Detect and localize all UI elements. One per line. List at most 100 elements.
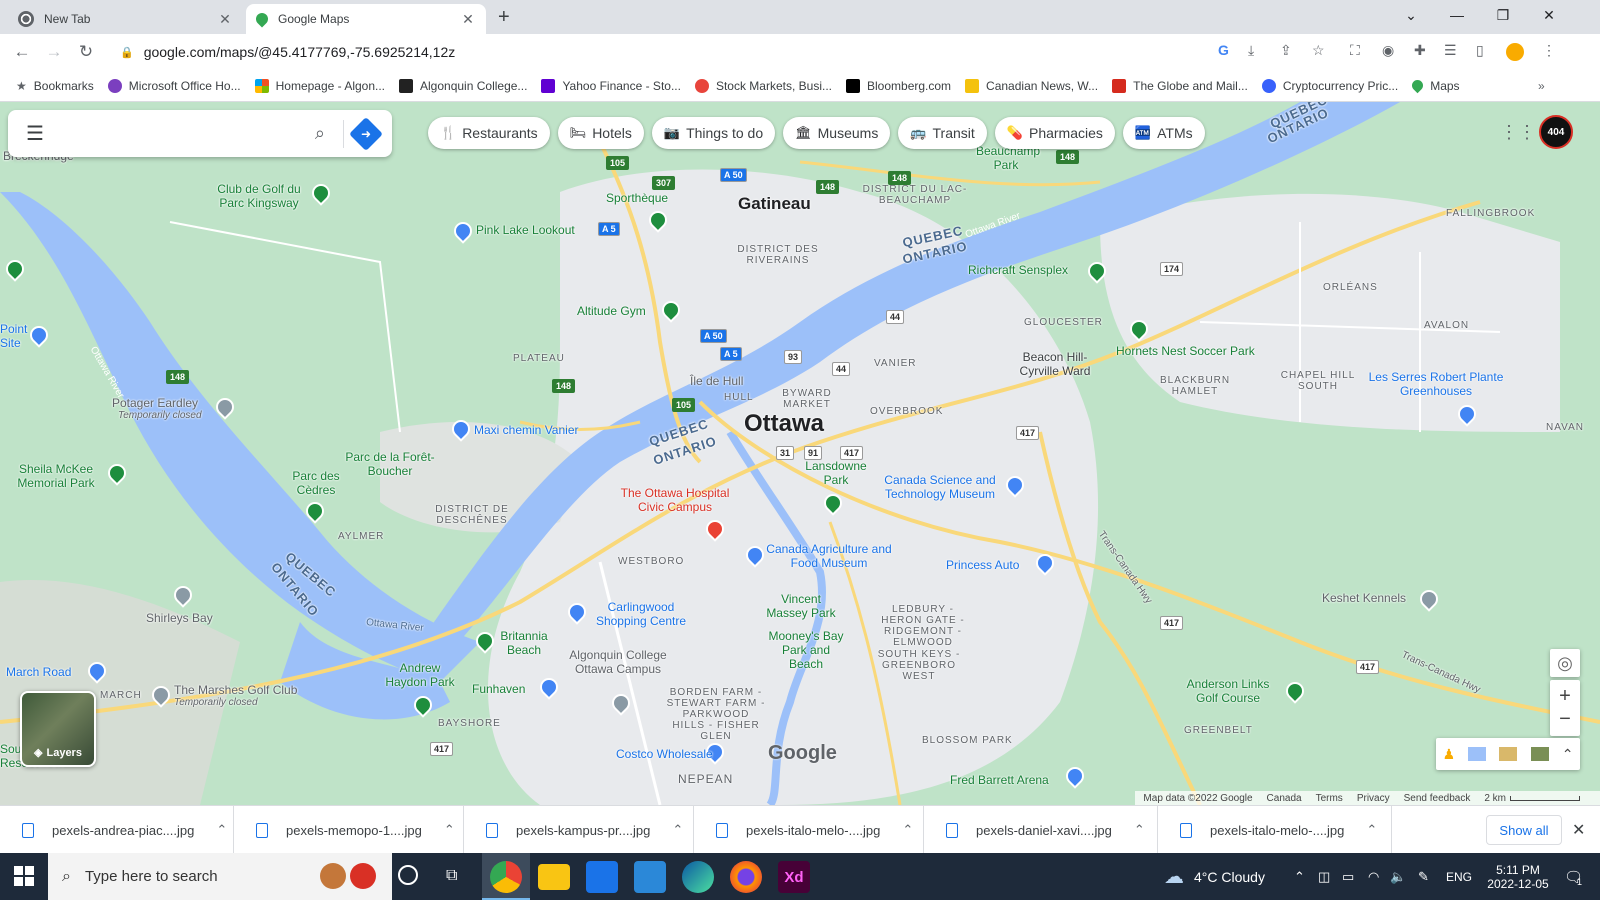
poi-label[interactable]: Pink Lake Lookout (476, 223, 575, 237)
chevron-up-icon[interactable]: ⌃ (1366, 822, 1377, 838)
poi-label[interactable]: Sheila McKee Memorial Park (10, 462, 102, 490)
bookmark-item[interactable]: Homepage - Algon... (254, 78, 385, 93)
task-view-icon[interactable]: ⧉ (446, 867, 457, 885)
gingerbread-icon[interactable] (320, 863, 346, 889)
poi-label[interactable]: Canada Science and Technology Museum (870, 473, 1010, 501)
layers-button[interactable]: ◈ Layers (20, 691, 96, 767)
privacy-link[interactable]: Privacy (1357, 793, 1390, 804)
poi-label[interactable]: The Marshes Golf Club (174, 683, 297, 697)
show-hidden-icons[interactable]: ⌃ (1294, 853, 1305, 900)
chevron-up-icon[interactable]: ⌃ (902, 822, 913, 838)
download-item[interactable]: pexels-italo-melo-....jpg ⌃ (694, 806, 924, 854)
more-bookmarks-icon[interactable]: » (1538, 79, 1545, 93)
tab-search-icon[interactable]: ⌄ (1388, 0, 1434, 30)
profile-avatar[interactable] (1506, 43, 1524, 61)
download-item[interactable]: pexels-andrea-piac....jpg ⌃ (0, 806, 234, 854)
poi-label[interactable]: Richcraft Sensplex (968, 263, 1068, 277)
poi-label[interactable]: Andrew Haydon Park (380, 661, 460, 689)
reading-list-icon[interactable]: ☰ (1444, 42, 1457, 59)
poi-label[interactable]: Altitude Gym (577, 304, 646, 318)
send-feedback-link[interactable]: Send feedback (1404, 793, 1471, 804)
directions-icon[interactable]: ➜ (349, 116, 383, 151)
bookmark-item[interactable]: Maps (1409, 77, 1460, 94)
bookmark-star-icon[interactable]: ☆ (1312, 42, 1325, 59)
chevron-up-icon[interactable]: ⌃ (672, 822, 683, 838)
chevron-up-icon[interactable]: ⌃ (1562, 746, 1574, 763)
chevron-up-icon[interactable]: ⌃ (216, 822, 227, 838)
pen-icon[interactable]: ✎ (1418, 853, 1429, 900)
map-search-box[interactable]: ☰ ⌕ ➜ (8, 110, 392, 157)
chip-hotels[interactable]: 🛏 Hotels (557, 117, 644, 149)
file-explorer-icon[interactable] (538, 864, 570, 890)
pegman-icon[interactable]: ♟ (1443, 746, 1456, 763)
windows-start-icon[interactable] (14, 866, 34, 886)
poi-label[interactable]: The Ottawa Hospital Civic Campus (610, 486, 740, 514)
battery-icon[interactable]: ▭ (1342, 853, 1354, 900)
chevron-up-icon[interactable]: ⌃ (1134, 822, 1145, 838)
poi-label[interactable]: Canada Agriculture and Food Museum (764, 542, 894, 570)
bookmark-item[interactable]: The Globe and Mail... (1112, 78, 1248, 93)
hamburger-menu-icon[interactable]: ☰ (26, 121, 44, 146)
lock-icon[interactable]: 🔒 (120, 46, 134, 59)
forward-icon[interactable]: → (38, 42, 70, 62)
new-tab-button[interactable]: + (498, 6, 510, 29)
network-icon[interactable]: ◫ (1318, 853, 1330, 900)
poi-label[interactable]: Lansdowne Park (796, 459, 876, 487)
zoom-in-button[interactable]: + (1559, 685, 1571, 708)
edge-icon[interactable] (682, 861, 714, 893)
google-translate-icon[interactable]: G (1218, 42, 1229, 58)
chevron-up-icon[interactable]: ⌃ (444, 822, 455, 838)
bookmark-item[interactable]: Canadian News, W... (965, 78, 1098, 93)
bookmark-item[interactable]: Stock Markets, Busi... (694, 78, 832, 93)
chrome-taskbar-icon[interactable] (490, 861, 522, 893)
share-icon[interactable]: ⇪ (1280, 42, 1292, 59)
chip-things-to-do[interactable]: 📷 Things to do (651, 117, 776, 149)
bookmark-item[interactable]: Cryptocurrency Pric... (1261, 78, 1398, 93)
bookmark-item[interactable]: Yahoo Finance - Sto... (541, 78, 681, 93)
poi-label[interactable]: Parc de la Forêt-Boucher (344, 450, 436, 478)
side-panel-icon[interactable]: ▯ (1476, 42, 1484, 59)
screenshot-icon[interactable]: ⛶ (1350, 42, 1360, 59)
minimize-button[interactable]: — (1434, 0, 1480, 30)
chip-transit[interactable]: 🚌 Transit (898, 117, 987, 149)
poi-label[interactable]: Keshet Kennels (1322, 591, 1406, 605)
taskbar-search[interactable]: ⌕ Type here to search (48, 853, 392, 900)
poi-label[interactable]: Point Site (0, 322, 32, 350)
poi-label[interactable]: Anderson Links Golf Course (1178, 677, 1278, 705)
firefox-icon[interactable] (730, 861, 762, 893)
poi-label[interactable]: Costco Wholesale (616, 747, 713, 761)
install-icon[interactable]: ⤓ (1248, 42, 1254, 59)
chip-museums[interactable]: 🏛 Museums (783, 117, 891, 149)
scale-bar[interactable]: 2 km (1484, 793, 1580, 804)
grammarly-icon[interactable]: ◉ (1382, 42, 1394, 59)
poi-label[interactable]: Britannia Beach (494, 629, 554, 657)
chip-pharmacies[interactable]: 💊 Pharmacies (994, 117, 1115, 149)
url-text[interactable]: google.com/maps/@45.4177769,-75.6925214,… (144, 44, 456, 60)
clock[interactable]: 5:11 PM 2022-12-05 (1480, 853, 1556, 900)
weather-widget[interactable]: ☁ 4°C Cloudy (1164, 853, 1265, 900)
download-item[interactable]: pexels-kampus-pr....jpg ⌃ (464, 806, 694, 854)
bookmark-item[interactable]: ★ Bookmarks (16, 79, 94, 93)
poi-label[interactable]: March Road (6, 665, 71, 679)
map-canvas[interactable]: QUEBEC ONTARIO QUEBEC ONTARIO QUEBEC ONT… (0, 102, 1600, 805)
poi-label[interactable]: Sporthèque (606, 191, 668, 205)
poi-label[interactable]: Fred Barrett Arena (950, 773, 1049, 787)
poi-label[interactable]: Parc des Cèdres (286, 469, 346, 497)
close-tab-icon[interactable]: ✕ (460, 11, 476, 28)
poi-label[interactable]: Shirleys Bay (146, 611, 213, 625)
download-item[interactable]: pexels-italo-melo-....jpg ⌃ (1158, 806, 1392, 854)
search-icon[interactable]: ⌕ (315, 123, 325, 144)
zoom-out-button[interactable]: − (1559, 708, 1571, 731)
adobe-xd-icon[interactable]: Xd (778, 861, 810, 893)
poi-label[interactable]: Funhaven (472, 682, 525, 696)
chip-restaurants[interactable]: 🍴 Restaurants (428, 117, 550, 149)
notifications-icon[interactable]: 🗨 1 (1564, 853, 1583, 900)
bookmark-item[interactable]: Bloomberg.com (846, 78, 951, 93)
imagery-thumb[interactable] (1499, 747, 1518, 761)
tab-google-maps[interactable]: Google Maps ✕ (246, 4, 486, 34)
region-link[interactable]: Canada (1267, 793, 1302, 804)
show-all-button[interactable]: Show all (1486, 815, 1562, 845)
city-label-ottawa[interactable]: Ottawa (744, 410, 824, 438)
poi-label[interactable]: Hornets Nest Soccer Park (1116, 344, 1255, 358)
terms-link[interactable]: Terms (1316, 793, 1343, 804)
